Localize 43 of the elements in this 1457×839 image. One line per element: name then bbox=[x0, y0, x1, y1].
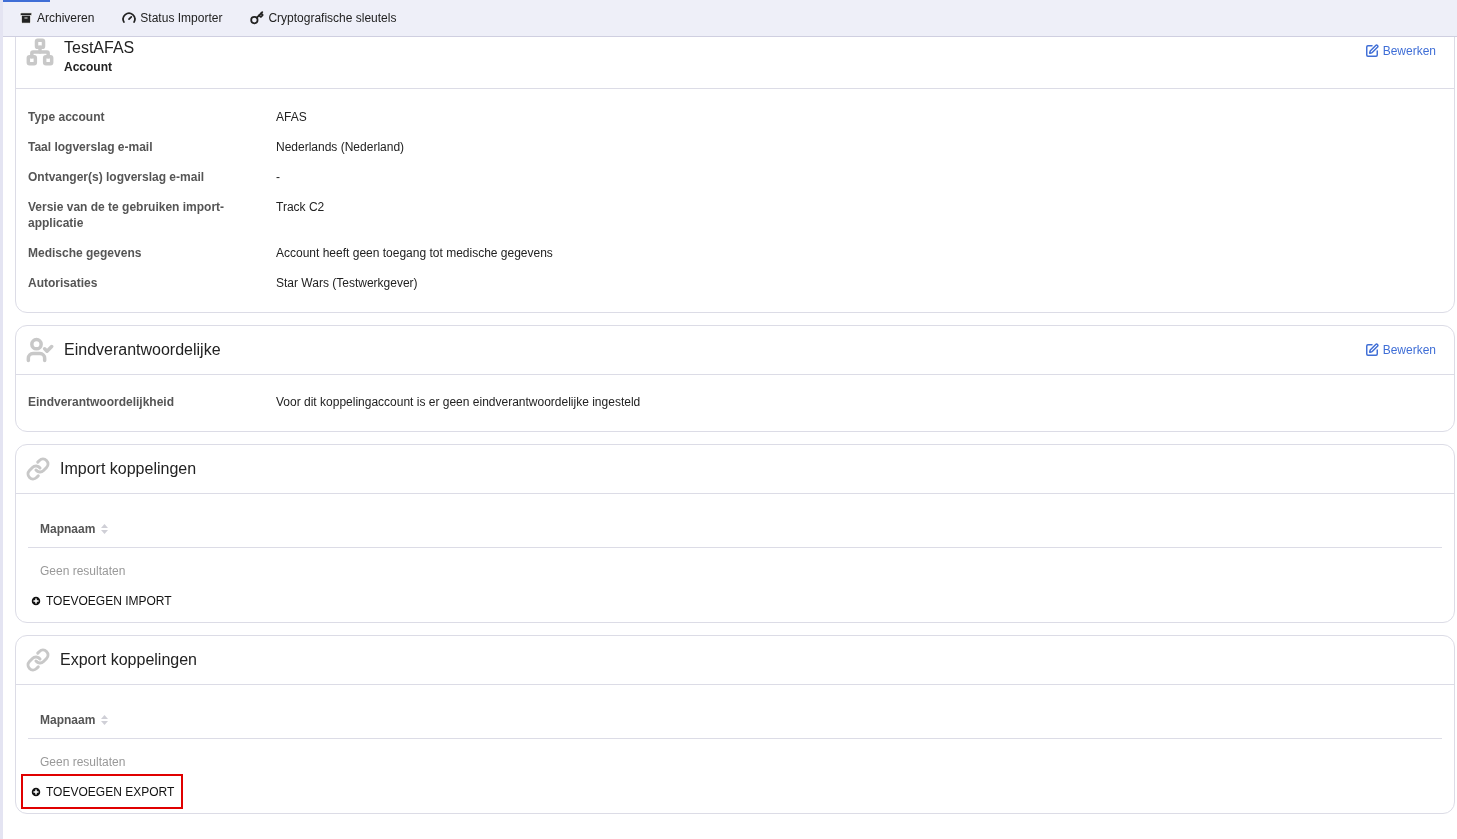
sitemap-icon bbox=[26, 38, 54, 66]
toolbar-button[interactable]: Archiveren bbox=[19, 9, 95, 27]
gauge-icon bbox=[122, 11, 137, 25]
field-value: AFAS bbox=[276, 109, 307, 125]
field-value: Star Wars (Testwerkgever) bbox=[276, 275, 418, 291]
field-label: Autorisaties bbox=[28, 275, 99, 291]
empty-message: Geen resultaten bbox=[40, 564, 126, 578]
edit-link[interactable]: Bewerken bbox=[1364, 341, 1436, 359]
field-label: Taal logverslag e-mail bbox=[28, 139, 154, 155]
plus-icon bbox=[30, 785, 42, 798]
field-label: Ontvanger(s) logverslag e-mail bbox=[28, 169, 206, 185]
edit-icon bbox=[1364, 343, 1379, 357]
link-icon bbox=[26, 457, 50, 481]
link-icon bbox=[26, 648, 50, 672]
column-header[interactable]: Mapnaam bbox=[40, 519, 96, 538]
sort-icon bbox=[101, 714, 109, 725]
column-header[interactable]: Mapnaam bbox=[40, 710, 96, 729]
field-value: Voor dit koppelingaccount is er geen eindverantwoordelijke ingesteld bbox=[276, 394, 641, 410]
toolbar-button[interactable]: Status Importer bbox=[122, 9, 223, 27]
card-title: Import koppelingen bbox=[60, 459, 197, 479]
sort-icon bbox=[101, 523, 109, 534]
field-label: Eindverantwoordelijkheid bbox=[28, 394, 176, 410]
edit-link[interactable]: Bewerken bbox=[1364, 42, 1436, 60]
add-button[interactable]: TOEVOEGEN IMPORT bbox=[21, 583, 181, 618]
field-value: Track C2 bbox=[276, 199, 325, 216]
archive-icon bbox=[19, 11, 33, 25]
user-check-icon bbox=[26, 336, 54, 364]
add-button[interactable]: TOEVOEGEN EXPORT bbox=[21, 774, 184, 809]
empty-message: Geen resultaten bbox=[40, 755, 126, 769]
card-title: Eindverantwoordelijke bbox=[64, 340, 221, 360]
key-icon bbox=[250, 11, 265, 25]
card-title: Export koppelingen bbox=[60, 650, 197, 670]
card-subtitle: Account bbox=[64, 59, 113, 76]
toolbar-button[interactable]: Cryptografische sleutels bbox=[250, 9, 397, 27]
plus-icon bbox=[30, 594, 42, 607]
field-label: Medische gegevens bbox=[28, 245, 143, 261]
field-value: - bbox=[276, 169, 280, 185]
card-title: TestAFAS bbox=[64, 38, 135, 58]
field-value: Account heeft geen toegang tot medische gegevens bbox=[276, 245, 553, 261]
field-value: Nederlands (Nederland) bbox=[276, 139, 405, 155]
field-label: Versie van de te gebruiken import-applicatie bbox=[28, 199, 226, 231]
edit-icon bbox=[1364, 44, 1379, 58]
field-label: Type account bbox=[28, 109, 106, 125]
